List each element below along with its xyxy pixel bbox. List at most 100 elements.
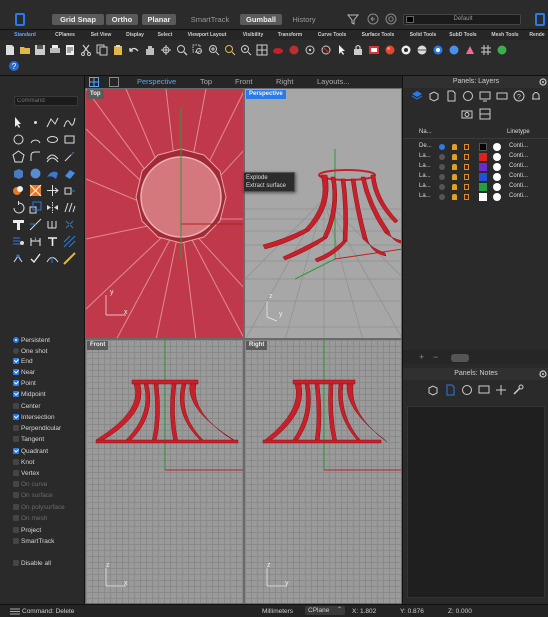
shaded-display-icon[interactable] — [272, 44, 284, 56]
arc-icon[interactable] — [29, 133, 42, 146]
array-icon[interactable] — [63, 201, 76, 214]
current-layer-icon[interactable] — [439, 154, 445, 160]
materials-icon[interactable] — [461, 384, 473, 396]
layers-column-name[interactable]: Na... — [419, 129, 432, 135]
offset-curve-icon[interactable] — [46, 150, 59, 163]
move-arrows-icon[interactable] — [495, 384, 507, 396]
mirror-icon[interactable] — [46, 201, 59, 214]
plugin-icon[interactable] — [496, 44, 508, 56]
layer-row[interactable]: La... Conti... — [417, 173, 547, 182]
lock-icon[interactable] — [352, 44, 364, 56]
grid-options-icon[interactable] — [480, 44, 492, 56]
tab-subd-tools[interactable]: SubD Tools — [444, 31, 482, 40]
tab-curve-tools[interactable]: Curve Tools — [310, 31, 354, 40]
ellipse-icon[interactable] — [46, 133, 59, 146]
gear-icon[interactable] — [539, 370, 547, 378]
help-icon[interactable]: ? — [8, 60, 20, 72]
record-icon[interactable] — [385, 13, 397, 25]
join-icon[interactable] — [46, 218, 59, 231]
layer-linetype[interactable]: Conti... — [509, 153, 528, 159]
tab-display[interactable]: Display — [120, 31, 150, 40]
mesh-icon[interactable] — [29, 184, 42, 197]
layer-color-swatch[interactable] — [479, 193, 487, 201]
single-view-layout-icon[interactable] — [109, 77, 119, 87]
dimension-icon[interactable]: 1 — [29, 235, 42, 248]
undo-icon[interactable] — [367, 13, 379, 25]
zebra-icon[interactable] — [63, 252, 76, 265]
circle-icon[interactable] — [12, 133, 25, 146]
curve-icon[interactable] — [63, 116, 76, 129]
zoom-extents-icon[interactable] — [208, 44, 220, 56]
lock-open-icon[interactable] — [464, 194, 469, 200]
point-icon[interactable] — [29, 116, 42, 129]
layer-options-button[interactable] — [451, 354, 469, 362]
lightbulb-icon[interactable] — [452, 144, 457, 150]
layer-linetype[interactable]: Conti... — [509, 183, 528, 189]
open-folder-icon[interactable] — [19, 44, 31, 56]
points-on-icon[interactable] — [304, 44, 316, 56]
analyze-icon[interactable] — [12, 252, 25, 265]
viewport-top-label[interactable]: Top — [87, 90, 104, 99]
zoom-all-icon[interactable] — [240, 44, 252, 56]
layer-linetype[interactable]: Conti... — [509, 143, 528, 149]
layer-color-swatch[interactable] — [479, 183, 487, 191]
ortho-toggle[interactable]: Ortho — [106, 14, 138, 25]
tab-standard[interactable]: Standard — [6, 31, 44, 40]
rectangle-icon[interactable] — [63, 133, 76, 146]
check-icon[interactable] — [29, 252, 42, 265]
viewport-front-label[interactable]: Front — [87, 341, 109, 350]
current-layer-icon[interactable] — [439, 174, 445, 180]
layer-color-swatch[interactable] — [479, 153, 487, 161]
cut-icon[interactable] — [80, 44, 92, 56]
four-view-layout-icon[interactable] — [89, 77, 99, 87]
lightbulb-icon[interactable] — [452, 154, 457, 160]
wrench-icon[interactable] — [512, 384, 524, 396]
osnap-persistent-radio[interactable]: Persistent — [13, 335, 50, 346]
current-layer-icon[interactable] — [439, 184, 445, 190]
current-layer-dropdown[interactable]: Default — [403, 14, 521, 25]
viewport-tab-right[interactable]: Right — [276, 77, 294, 86]
osnap-smarttrack[interactable]: SmartTrack — [13, 536, 54, 547]
bell-icon[interactable] — [530, 90, 542, 102]
layer-linetype[interactable]: Conti... — [509, 163, 528, 169]
osnap-quadrant[interactable]: Quadrant — [13, 446, 48, 457]
tab-select[interactable]: Select — [152, 31, 178, 40]
layer-states-icon[interactable] — [479, 108, 491, 120]
command-input[interactable] — [14, 96, 78, 106]
undo-arrow-icon[interactable] — [128, 44, 140, 56]
history-toggle[interactable]: History — [286, 14, 322, 25]
tab-render[interactable]: Rende — [526, 31, 548, 40]
zoom-window-icon[interactable] — [192, 44, 204, 56]
camera-icon[interactable] — [461, 108, 473, 120]
lightbulb-icon[interactable] — [452, 184, 457, 190]
add-layer-button[interactable]: + — [419, 352, 424, 362]
osnap-near[interactable]: Near — [13, 367, 35, 378]
materials-icon[interactable] — [462, 90, 474, 102]
named-views-icon[interactable] — [496, 90, 508, 102]
polygon-icon[interactable] — [12, 150, 25, 163]
cplane-selector[interactable]: CPlane ⌃ — [305, 606, 345, 615]
extrude-icon[interactable] — [63, 167, 76, 180]
layer-color-swatch[interactable] — [479, 143, 487, 151]
light-icon[interactable] — [448, 44, 460, 56]
osnap-tangent[interactable]: Tangent — [13, 434, 44, 445]
scale-icon[interactable] — [29, 201, 42, 214]
sidebar-toggle-right-icon[interactable] — [535, 13, 545, 26]
gear-icon[interactable] — [539, 78, 547, 86]
osnap-intersection[interactable]: Intersection — [13, 412, 55, 423]
trim-icon[interactable] — [12, 218, 25, 231]
text-icon[interactable] — [46, 235, 59, 248]
osnap-project[interactable]: Project — [13, 525, 41, 536]
tab-mesh-tools[interactable]: Mesh Tools — [486, 31, 524, 40]
four-viewports-icon[interactable] — [256, 44, 268, 56]
osnap-vertex[interactable]: Vertex — [13, 468, 39, 479]
sphere-solid-icon[interactable] — [29, 167, 42, 180]
copy-move-icon[interactable] — [63, 184, 76, 197]
layers-stack-icon[interactable] — [411, 90, 423, 102]
zoom-selected-icon[interactable] — [224, 44, 236, 56]
osnap-midpoint[interactable]: Midpoint — [13, 389, 46, 400]
current-layer-icon[interactable] — [439, 194, 445, 200]
extend-icon[interactable] — [63, 150, 76, 163]
material-swatch[interactable] — [493, 143, 501, 151]
material-swatch[interactable] — [493, 153, 501, 161]
